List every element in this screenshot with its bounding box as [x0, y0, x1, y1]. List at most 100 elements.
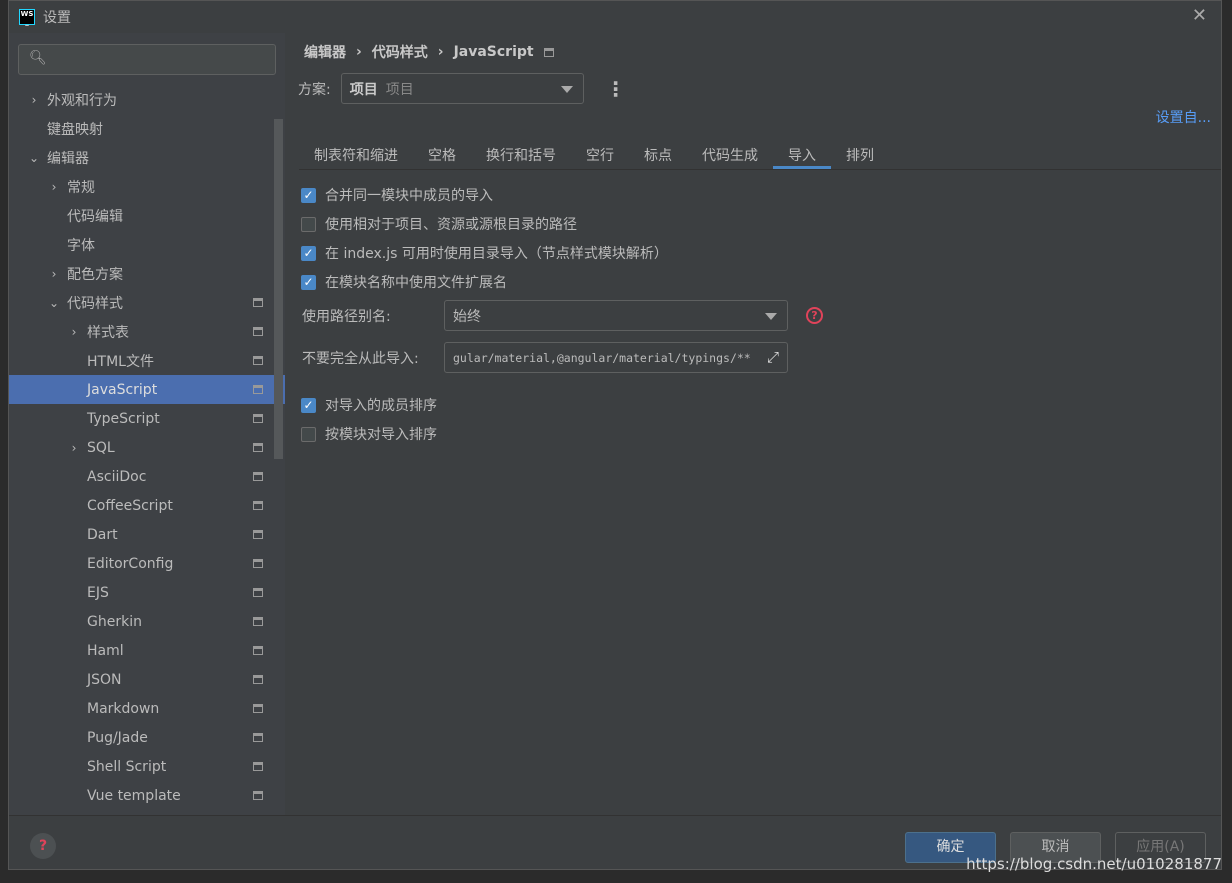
- tree-item-label: EJS: [87, 584, 109, 601]
- expand-arrow-icon[interactable]: ›: [47, 180, 61, 194]
- project-scope-icon: [253, 443, 263, 452]
- tree-item[interactable]: 键盘映射: [9, 114, 285, 143]
- tree-item[interactable]: JSON: [9, 665, 285, 694]
- checkbox-row[interactable]: 按模块对导入排序: [301, 424, 437, 444]
- expand-arrow-icon[interactable]: ›: [27, 93, 41, 107]
- tree-item[interactable]: Shell Script: [9, 752, 285, 781]
- tab[interactable]: 排列: [831, 137, 889, 169]
- project-scope-icon: [253, 762, 263, 771]
- tree-item-label: 外观和行为: [47, 92, 117, 109]
- tree-item[interactable]: › 样式表: [9, 317, 285, 346]
- tab[interactable]: 制表符和缩进: [299, 137, 413, 169]
- checkbox-row[interactable]: ✓ 对导入的成员排序: [301, 395, 437, 415]
- tree-item[interactable]: Gherkin: [9, 607, 285, 636]
- tree-item[interactable]: JavaScript: [9, 375, 285, 404]
- checkbox[interactable]: [301, 216, 316, 232]
- expand-arrow-icon[interactable]: ›: [67, 441, 81, 455]
- scheme-select[interactable]: 项目 项目: [340, 73, 584, 104]
- expand-arrow-icon[interactable]: ⌄: [47, 296, 61, 310]
- tree-item-label: 配色方案: [67, 266, 123, 283]
- path-alias-select[interactable]: 始终: [444, 300, 788, 331]
- checkbox[interactable]: ✓: [301, 274, 316, 290]
- project-scope-icon: [253, 298, 263, 307]
- tree-item[interactable]: EJS: [9, 578, 285, 607]
- checkbox-row[interactable]: ✓ 在模块名称中使用文件扩展名: [301, 272, 507, 292]
- tree-item[interactable]: AsciiDoc: [9, 462, 285, 491]
- no-import-label: 不要完全从此导入:: [302, 350, 419, 367]
- expand-arrow-icon[interactable]: ⌄: [27, 151, 41, 165]
- tree-item[interactable]: 代码编辑: [9, 201, 285, 230]
- no-import-input[interactable]: gular/material,@angular/material/typings…: [444, 342, 788, 373]
- scheme-value: 项目: [349, 81, 378, 98]
- checkbox[interactable]: ✓: [301, 187, 316, 203]
- tab[interactable]: 换行和括号: [471, 137, 571, 169]
- checkbox-label: 在模块名称中使用文件扩展名: [325, 275, 507, 291]
- tree-item[interactable]: TypeScript: [9, 404, 285, 433]
- dropdown-arrow-icon: [560, 86, 573, 93]
- expand-arrow-icon[interactable]: ›: [67, 325, 81, 339]
- checkbox-row[interactable]: ✓ 在 index.js 可用时使用目录导入（节点样式模块解析）: [301, 243, 668, 263]
- path-alias-label: 使用路径别名:: [302, 308, 391, 325]
- help-icon[interactable]: ?: [806, 307, 823, 324]
- project-scope-icon: [253, 472, 263, 481]
- scheme-label: 方案:: [298, 81, 331, 98]
- breadcrumb-item: JavaScript: [453, 44, 534, 60]
- checkbox-label: 对导入的成员排序: [325, 398, 437, 414]
- breadcrumb-item: 编辑器: [304, 45, 346, 61]
- checkbox[interactable]: ✓: [301, 245, 316, 261]
- expand-arrow-icon[interactable]: ›: [47, 267, 61, 281]
- tree-item[interactable]: EditorConfig: [9, 549, 285, 578]
- tree-item[interactable]: › SQL: [9, 433, 285, 462]
- tree-item[interactable]: Haml: [9, 636, 285, 665]
- expand-icon[interactable]: ⤢: [766, 348, 779, 366]
- more-options-icon[interactable]: ⋮: [606, 77, 626, 101]
- tree-item-label: 字体: [67, 237, 95, 254]
- project-scope-icon: [253, 501, 263, 510]
- project-scope-icon: [253, 530, 263, 539]
- tree-item[interactable]: › 常规: [9, 172, 285, 201]
- tab[interactable]: 代码生成: [687, 137, 773, 169]
- checkbox-row[interactable]: 使用相对于项目、资源或源根目录的路径: [301, 214, 577, 234]
- tree-item-label: CoffeeScript: [87, 497, 173, 514]
- close-icon[interactable]: ✕: [1192, 5, 1207, 26]
- tree-item-label: Markdown: [87, 700, 160, 717]
- checkbox-row[interactable]: ✓ 合并同一模块中成员的导入: [301, 185, 493, 205]
- set-from-link[interactable]: 设置自...: [1156, 107, 1211, 127]
- tab[interactable]: 空格: [413, 137, 471, 169]
- project-scope-icon: [253, 646, 263, 655]
- tree-item-label: 常规: [67, 179, 95, 196]
- tree-item[interactable]: HTML文件: [9, 346, 285, 375]
- path-alias-row: 使用路径别名: 始终 ?: [302, 300, 823, 331]
- tree-item[interactable]: 字体: [9, 230, 285, 259]
- search-input[interactable]: 🔍︎: [18, 44, 276, 75]
- tree-item[interactable]: › 外观和行为: [9, 85, 285, 114]
- tree-item[interactable]: ⌄ 编辑器: [9, 143, 285, 172]
- tree-item[interactable]: Dart: [9, 520, 285, 549]
- checkbox[interactable]: ✓: [301, 397, 316, 413]
- checkbox[interactable]: [301, 426, 316, 442]
- sidebar: 🔍︎ › 外观和行为键盘映射 ⌄ 编辑器 › 常规代码编辑字体 › 配色方案 ⌄ 代码样式 › 样式表…: [9, 33, 285, 815]
- scheme-row: 方案: 项目 项目 ⋮: [298, 73, 626, 104]
- project-scope-icon: [253, 704, 263, 713]
- checkbox-label: 使用相对于项目、资源或源根目录的路径: [325, 217, 577, 233]
- no-import-value: gular/material,@angular/material/typings…: [453, 350, 751, 365]
- tab[interactable]: 标点: [629, 137, 687, 169]
- help-button[interactable]: ?: [30, 833, 56, 859]
- window-title: 设置: [43, 10, 71, 26]
- path-alias-value: 始终: [453, 308, 481, 325]
- checkbox-label: 在 index.js 可用时使用目录导入（节点样式模块解析）: [325, 246, 668, 262]
- tab[interactable]: 导入: [773, 137, 831, 169]
- tree-item[interactable]: ⌄ 代码样式: [9, 288, 285, 317]
- project-scope-icon: [253, 327, 263, 336]
- watermark: https://blog.csdn.net/u010281877: [966, 855, 1222, 873]
- tree-item[interactable]: Vue template: [9, 781, 285, 810]
- tree-item[interactable]: CoffeeScript: [9, 491, 285, 520]
- project-scope-icon: [253, 588, 263, 597]
- tree-item[interactable]: › 配色方案: [9, 259, 285, 288]
- tree-item[interactable]: Pug/Jade: [9, 723, 285, 752]
- tree-item-label: SQL: [87, 439, 115, 456]
- sidebar-scrollbar[interactable]: [274, 119, 283, 459]
- tab[interactable]: 空行: [571, 137, 629, 169]
- tree-item[interactable]: Markdown: [9, 694, 285, 723]
- project-scope-icon: [253, 733, 263, 742]
